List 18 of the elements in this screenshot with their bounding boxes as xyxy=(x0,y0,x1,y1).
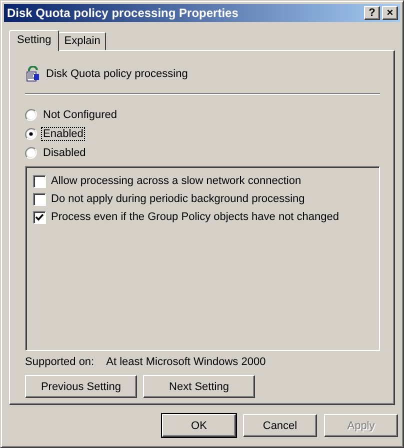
checkbox[interactable]: Process even if the Group Policy objects have not changed xyxy=(33,208,340,226)
checkbox[interactable]: Allow processing across a slow network connection xyxy=(33,172,302,190)
close-button[interactable]: × xyxy=(382,6,398,20)
dialog-button[interactable]: Cancel xyxy=(243,414,317,437)
checkbox[interactable]: Do not apply during periodic background processing xyxy=(33,190,305,208)
supported-label: Supported on: xyxy=(25,356,94,370)
next-button[interactable]: Next Setting xyxy=(143,375,255,398)
policy-icon xyxy=(25,66,41,82)
window-title: Disk Quota policy processing Properties xyxy=(7,6,240,20)
radio-button[interactable]: Disabled xyxy=(25,143,88,162)
policy-name: Disk Quota policy processing xyxy=(46,68,188,80)
tab[interactable]: Explain xyxy=(58,32,106,50)
supported-value: At least Microsoft Windows 2000 xyxy=(106,356,266,370)
help-button[interactable]: ? xyxy=(364,6,380,20)
dialog-button[interactable]: OK xyxy=(162,414,236,437)
previous-button[interactable]: Previous Setting xyxy=(25,375,137,398)
radio-button[interactable]: Not Configured xyxy=(25,105,119,124)
tab[interactable]: Setting xyxy=(9,30,60,51)
